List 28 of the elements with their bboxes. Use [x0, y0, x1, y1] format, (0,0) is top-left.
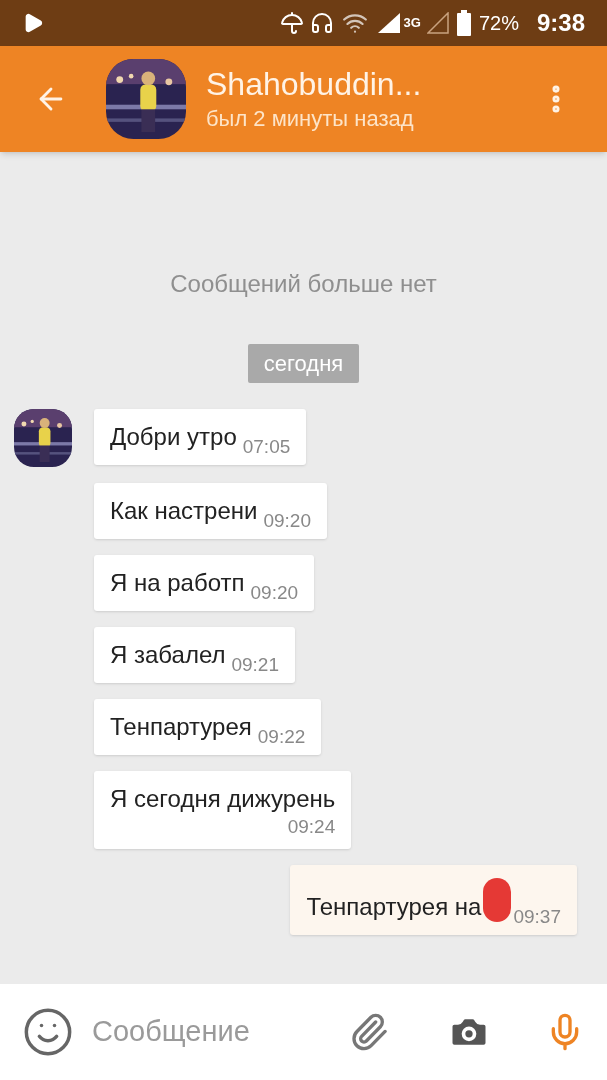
- message-time: 09:21: [231, 654, 279, 676]
- signal-icon: [426, 12, 449, 34]
- battery-level: 72%: [478, 11, 519, 36]
- message-time: 09:20: [263, 510, 311, 532]
- message-text: Добри утро: [110, 422, 237, 452]
- last-seen: был 2 минуты назад: [206, 105, 415, 133]
- network-type: 3G: [403, 14, 421, 33]
- battery-icon: [456, 10, 471, 36]
- contact-name: Shahobuddin...: [206, 65, 423, 104]
- attach-icon[interactable]: [349, 1012, 389, 1052]
- clock: 9:38: [536, 8, 585, 38]
- message-text: Тенпартурея: [110, 712, 252, 742]
- message-text: Тенпартурея на: [306, 892, 482, 922]
- headphones-icon: [309, 11, 334, 35]
- message-time: 09:20: [250, 582, 299, 604]
- message-text: Я забалел: [110, 640, 226, 670]
- message-text: Я сегодня дижурень: [110, 784, 336, 814]
- date-label: сегодня: [247, 344, 360, 383]
- message-text: Как настрени: [110, 496, 258, 526]
- no-more-messages: Сообщений больше нет: [170, 269, 437, 299]
- message-time: 09:37: [513, 906, 561, 928]
- message-time: 09:22: [257, 726, 306, 748]
- message-time: 07:05: [242, 436, 291, 458]
- message-field[interactable]: Сообщение: [92, 1010, 331, 1054]
- umbrella-icon: [279, 11, 304, 35]
- message-time: 09:24: [287, 816, 336, 838]
- emoji-icon[interactable]: [22, 1006, 74, 1058]
- message-text: Я на работп: [110, 568, 245, 598]
